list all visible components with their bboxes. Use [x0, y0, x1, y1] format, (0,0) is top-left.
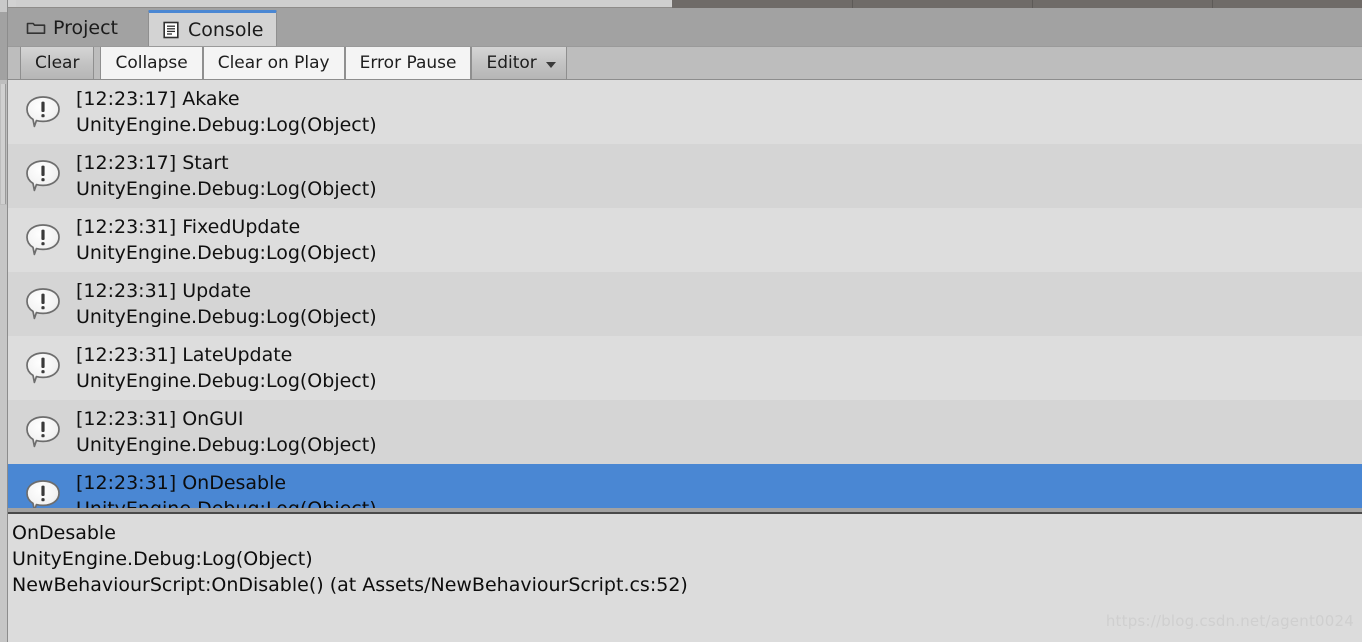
log-info-icon	[22, 347, 64, 389]
log-info-icon	[26, 288, 60, 320]
log-entry-row[interactable]: [12:23:17] Akake UnityEngine.Debug:Log(Ob…	[8, 80, 1362, 144]
log-entry-stack: UnityEngine.Debug:Log(Object)	[76, 370, 377, 392]
adjacent-panel-sliver	[0, 0, 8, 642]
sliver-mid	[0, 12, 7, 80]
tab-project-label: Project	[53, 17, 119, 39]
log-entry-row[interactable]: [12:23:31] OnDesable UnityEngine.Debug:Lo…	[8, 464, 1362, 508]
log-info-icon	[22, 155, 64, 197]
chevron-down-icon	[545, 61, 556, 68]
log-info-icon	[22, 411, 64, 453]
log-entry-message: [12:23:31] OnGUI	[76, 408, 244, 430]
log-entry-stack: UnityEngine.Debug:Log(Object)	[76, 496, 377, 508]
console-document-icon	[163, 21, 179, 38]
error-pause-button[interactable]: Error Pause	[344, 47, 472, 79]
log-entry-text: [12:23:31] OnDesable UnityEngine.Debug:Lo…	[76, 470, 377, 508]
log-info-icon	[26, 224, 60, 256]
clear-on-play-button[interactable]: Clear on Play	[202, 47, 345, 79]
clear-on-play-button-label: Clear on Play	[217, 53, 330, 73]
tab-project[interactable]: Project	[14, 10, 131, 46]
log-entry-message: [12:23:31] LateUpdate	[76, 344, 293, 366]
log-entry-text: [12:23:31] FixedUpdate UnityEngine.Debug:…	[76, 214, 377, 266]
folder-icon	[26, 22, 46, 34]
error-pause-button-label: Error Pause	[359, 53, 457, 73]
log-info-icon	[26, 352, 60, 384]
console-log-list[interactable]: [12:23:17] Akake UnityEngine.Debug:Log(Ob…	[8, 80, 1362, 508]
dock-cap-left	[8, 0, 672, 8]
log-entry-row[interactable]: [12:23:31] Update UnityEngine.Debug:Log(O…	[8, 272, 1362, 336]
collapse-button[interactable]: Collapse	[100, 47, 203, 79]
log-entry-stack: UnityEngine.Debug:Log(Object)	[76, 306, 377, 328]
sliver-body	[0, 205, 7, 642]
toolbar-filler	[566, 47, 1362, 79]
log-entry-message: [12:23:31] FixedUpdate	[76, 216, 301, 238]
log-entry-stack: UnityEngine.Debug:Log(Object)	[76, 242, 377, 264]
tab-bar: Project Console	[8, 8, 1362, 46]
log-info-icon	[26, 480, 60, 508]
log-entry-message: [12:23:17] Start	[76, 152, 229, 174]
log-entry-row[interactable]: [12:23:31] LateUpdate UnityEngine.Debug:L…	[8, 336, 1362, 400]
tab-console[interactable]: Console	[148, 10, 278, 46]
sliver-tab	[1, 84, 6, 204]
clear-button-label: Clear	[35, 53, 80, 73]
log-info-icon	[26, 416, 60, 448]
log-entry-text: [12:23:31] Update UnityEngine.Debug:Log(O…	[76, 278, 377, 330]
log-entry-row[interactable]: [12:23:31] FixedUpdate UnityEngine.Debug:…	[8, 208, 1362, 272]
log-entry-text: [12:23:31] OnGUI UnityEngine.Debug:Log(Ob…	[76, 406, 377, 458]
dock-cap-left-inner	[16, 0, 671, 7]
log-entry-message: [12:23:31] OnDesable	[76, 472, 287, 494]
toolbar-leading-gap	[8, 47, 20, 79]
detail-line: NewBehaviourScript:OnDisable() (at Asset…	[12, 574, 688, 596]
log-entry-message: [12:23:17] Akake	[76, 88, 240, 110]
log-entry-text: [12:23:31] LateUpdate UnityEngine.Debug:L…	[76, 342, 377, 394]
log-entry-message: [12:23:31] Update	[76, 280, 252, 302]
log-entry-text: [12:23:17] Start UnityEngine.Debug:Log(Ob…	[76, 150, 377, 202]
log-entry-stack: UnityEngine.Debug:Log(Object)	[76, 434, 377, 456]
collapse-button-label: Collapse	[115, 53, 188, 73]
log-info-icon	[26, 96, 60, 128]
log-info-icon	[22, 91, 64, 133]
detail-line: UnityEngine.Debug:Log(Object)	[12, 548, 313, 570]
log-info-icon	[22, 475, 64, 508]
log-entry-stack: UnityEngine.Debug:Log(Object)	[76, 114, 377, 136]
clear-button[interactable]: Clear	[20, 47, 95, 79]
tab-console-label: Console	[188, 18, 264, 41]
console-toolbar: Clear Collapse Clear on Play Error Pause…	[8, 46, 1362, 80]
log-info-icon	[22, 219, 64, 261]
log-entry-text: [12:23:17] Akake UnityEngine.Debug:Log(Ob…	[76, 86, 377, 138]
log-entry-stack: UnityEngine.Debug:Log(Object)	[76, 178, 377, 200]
log-entry-row[interactable]: [12:23:31] OnGUI UnityEngine.Debug:Log(Ob…	[8, 400, 1362, 464]
unity-console-window: Project Console Clear Collapse Clear on …	[0, 0, 1362, 642]
log-entry-row[interactable]: [12:23:17] Start UnityEngine.Debug:Log(Ob…	[8, 144, 1362, 208]
editor-dropdown[interactable]: Editor	[471, 47, 567, 79]
editor-dropdown-label: Editor	[486, 53, 537, 73]
watermark-text: https://blog.csdn.net/agent0024	[1105, 612, 1354, 630]
log-info-icon	[26, 160, 60, 192]
log-info-icon	[22, 283, 64, 325]
sliver-top	[0, 0, 7, 12]
detail-line: OnDesable	[12, 522, 116, 544]
